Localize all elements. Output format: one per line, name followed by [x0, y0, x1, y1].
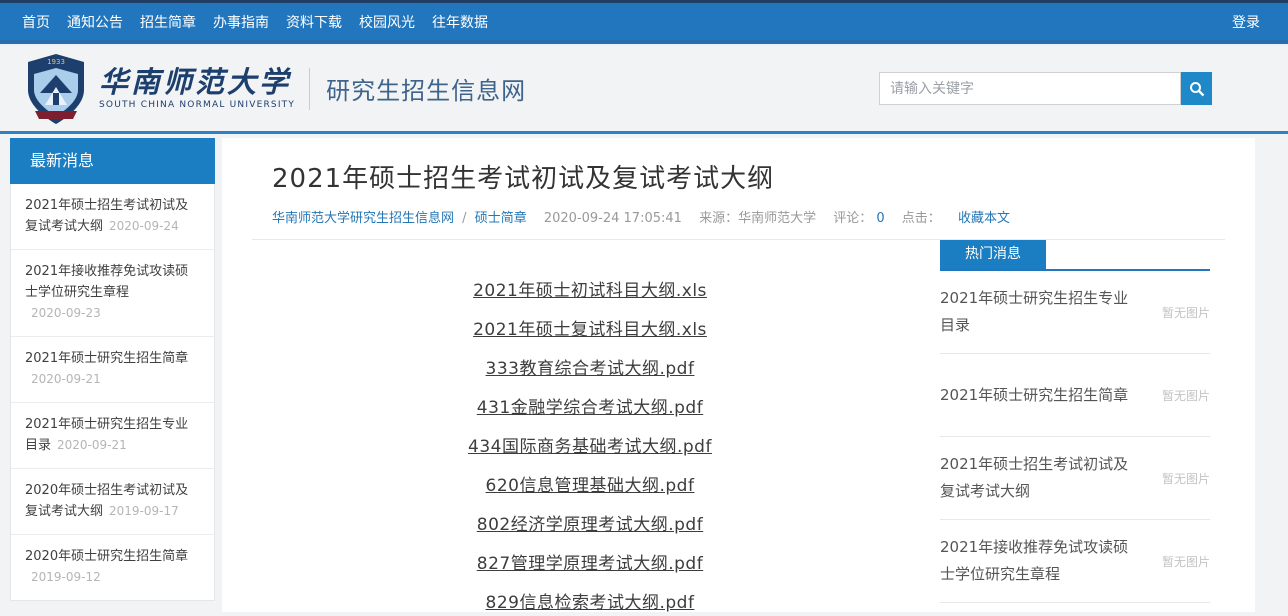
hot-news-title: 2021年硕士招生考试初试及复试考试大纲: [940, 451, 1154, 505]
attachment-link[interactable]: 431金融学综合考试大纲.pdf: [252, 393, 928, 418]
no-image-placeholder: 暂无图片: [1154, 553, 1210, 570]
nav-item-campus-scenery[interactable]: 校园风光: [359, 12, 415, 32]
page-title: 2021年硕士招生考试初试及复试考试大纲: [272, 138, 1255, 195]
news-date: 2020-09-21: [57, 438, 127, 452]
svg-text:1933: 1933: [47, 58, 65, 66]
list-item[interactable]: 2021年硕士招生考试初试及复试考试大纲2020-09-24: [11, 184, 214, 250]
breadcrumb-site-link[interactable]: 华南师范大学研究生招生信息网: [272, 211, 454, 226]
favorite-link[interactable]: 收藏本文: [958, 211, 1010, 226]
list-item[interactable]: 2021年硕士招生考试初试及复试考试大纲 暂无图片: [940, 437, 1210, 520]
content-area: 最新消息 2021年硕士招生考试初试及复试考试大纲2020-09-24 2021…: [0, 134, 1288, 612]
nav-menu: 首页 通知公告 招生简章 办事指南 资料下载 校园风光 往年数据: [22, 12, 488, 32]
news-date: 2019-09-12: [31, 570, 101, 584]
attachment-link[interactable]: 827管理学原理考试大纲.pdf: [252, 549, 928, 574]
comments-label: 评论：: [833, 211, 872, 226]
site-header: 1933 华南师范大学 SOUTH CHINA NORMAL UNIVERSIT…: [0, 46, 1288, 134]
attachment-link[interactable]: 2021年硕士初试科目大纲.xls: [252, 276, 928, 301]
attachment-link[interactable]: 802经济学原理考试大纲.pdf: [252, 510, 928, 535]
attachment-list: 2021年硕士初试科目大纲.xls 2021年硕士复试科目大纲.xls 333教…: [252, 240, 928, 613]
hot-news-tab[interactable]: 热门消息: [940, 240, 1046, 269]
no-image-placeholder: 暂无图片: [1154, 387, 1210, 404]
university-crest-icon: 1933: [25, 53, 87, 125]
school-name-zh: 华南师范大学: [99, 67, 295, 97]
nav-item-service-guide[interactable]: 办事指南: [213, 12, 269, 32]
logo-text: 华南师范大学 SOUTH CHINA NORMAL UNIVERSITY: [99, 67, 295, 110]
no-image-placeholder: 暂无图片: [1154, 470, 1210, 487]
nav-item-admission-guide[interactable]: 招生简章: [140, 12, 196, 32]
news-date: 2020-09-24: [109, 219, 179, 233]
nav-item-past-data[interactable]: 往年数据: [432, 12, 488, 32]
hot-news-title: 2021年接收推荐免试攻读硕士学位研究生章程: [940, 534, 1154, 588]
attachment-link[interactable]: 333教育综合考试大纲.pdf: [252, 354, 928, 379]
article-panel: 2021年硕士招生考试初试及复试考试大纲 华南师范大学研究生招生信息网 / 硕士…: [222, 138, 1255, 612]
clicks-label: 点击：: [902, 211, 941, 226]
latest-news-sidebar: 最新消息 2021年硕士招生考试初试及复试考试大纲2020-09-24 2021…: [10, 138, 215, 601]
hot-news-sidebar: 热门消息 2021年硕士研究生招生专业目录 暂无图片 2021年硕士研究生招生简…: [940, 240, 1210, 603]
news-title: 2020年硕士研究生招生简章: [25, 549, 188, 564]
article-meta: 华南师范大学研究生招生信息网 / 硕士简章 2020-09-24 17:05:4…: [272, 207, 1255, 226]
nav-item-downloads[interactable]: 资料下载: [286, 12, 342, 32]
search-input[interactable]: [879, 72, 1181, 105]
news-date: 2020-09-23: [31, 306, 101, 320]
latest-news-header: 最新消息: [10, 138, 215, 184]
breadcrumb: 华南师范大学研究生招生信息网 / 硕士简章: [272, 211, 531, 226]
list-item[interactable]: 2021年硕士研究生招生专业目录2020-09-21: [11, 403, 214, 469]
hot-news-title: 2021年硕士研究生招生专业目录: [940, 285, 1154, 339]
list-item[interactable]: 2021年接收推荐免试攻读硕士学位研究生章程 2020-09-23: [11, 250, 214, 337]
search-icon: [1189, 81, 1205, 97]
attachment-link[interactable]: 829信息检索考试大纲.pdf: [252, 588, 928, 613]
hot-news-list: 2021年硕士研究生招生专业目录 暂无图片 2021年硕士研究生招生简章 暂无图…: [940, 271, 1210, 603]
school-name-en: SOUTH CHINA NORMAL UNIVERSITY: [99, 100, 295, 110]
hot-news-title: 2021年硕士研究生招生简章: [940, 382, 1154, 409]
news-date: 2019-09-17: [109, 504, 179, 518]
list-item[interactable]: 2020年硕士研究生招生简章 2019-09-12: [11, 535, 214, 600]
site-logo[interactable]: 1933 华南师范大学 SOUTH CHINA NORMAL UNIVERSIT…: [25, 53, 295, 125]
login-link[interactable]: 登录: [1232, 12, 1260, 32]
list-item[interactable]: 2021年接收推荐免试攻读硕士学位研究生章程 暂无图片: [940, 520, 1210, 603]
news-date: 2020-09-21: [31, 372, 101, 386]
top-navigation: 首页 通知公告 招生简章 办事指南 资料下载 校园风光 往年数据 登录: [0, 3, 1288, 44]
no-image-placeholder: 暂无图片: [1154, 304, 1210, 321]
attachment-link[interactable]: 2021年硕士复试科目大纲.xls: [252, 315, 928, 340]
article-body: 2021年硕士初试科目大纲.xls 2021年硕士复试科目大纲.xls 333教…: [222, 240, 1255, 613]
logo-divider: [309, 68, 310, 110]
nav-item-notices[interactable]: 通知公告: [67, 12, 123, 32]
search-button[interactable]: [1181, 72, 1212, 105]
list-item[interactable]: 2021年硕士研究生招生简章 暂无图片: [940, 354, 1210, 437]
latest-news-list: 2021年硕士招生考试初试及复试考试大纲2020-09-24 2021年接收推荐…: [10, 184, 215, 601]
news-title: 2021年硕士研究生招生简章: [25, 351, 188, 366]
article-source: 来源：华南师范大学: [699, 211, 816, 226]
site-title: 研究生招生信息网: [326, 71, 526, 106]
list-item[interactable]: 2020年硕士招生考试初试及复试考试大纲2019-09-17: [11, 469, 214, 535]
publish-datetime: 2020-09-24 17:05:41: [544, 211, 682, 226]
list-item[interactable]: 2021年硕士研究生招生简章 2020-09-21: [11, 337, 214, 403]
list-item[interactable]: 2021年硕士研究生招生专业目录 暂无图片: [940, 271, 1210, 354]
nav-item-home[interactable]: 首页: [22, 12, 50, 32]
breadcrumb-separator: /: [462, 211, 466, 226]
attachment-link[interactable]: 620信息管理基础大纲.pdf: [252, 471, 928, 496]
comments-count: 0: [876, 211, 884, 226]
attachment-link[interactable]: 434国际商务基础考试大纲.pdf: [252, 432, 928, 457]
hot-news-header: 热门消息: [940, 240, 1210, 271]
search-bar: [879, 72, 1212, 105]
comments: 评论： 0: [833, 211, 889, 226]
breadcrumb-category-link[interactable]: 硕士简章: [475, 211, 527, 226]
news-title: 2021年接收推荐免试攻读硕士学位研究生章程: [25, 264, 188, 300]
